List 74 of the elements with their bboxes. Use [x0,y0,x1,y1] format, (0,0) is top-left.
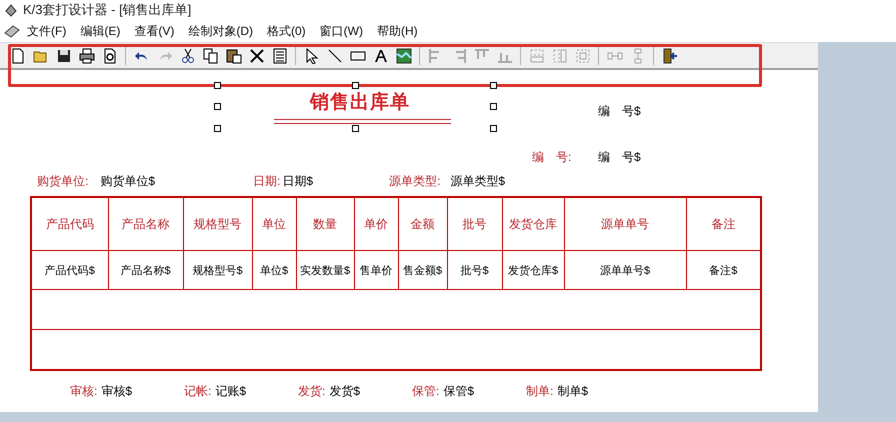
field-label: 发货: [298,383,326,400]
field-label: 保管: [412,383,440,400]
column-header: 规格型号 [183,197,252,250]
window-title: K/3套打设计器 - [销售出库单] [23,1,192,19]
table-cell: 产品代码$ [31,250,108,290]
field-value: 记账$ [215,383,246,400]
field-value: 保管$ [443,383,474,400]
selection-handle[interactable] [490,103,497,110]
field-label: 源单类型: [389,172,440,190]
table-cell: 源单单号$ [564,250,686,290]
field-value: 编 号$ [598,148,641,166]
field-value: 制单$ [557,383,588,400]
field-value: 购货单位$ [100,172,156,190]
table-cell: 批号$ [447,250,502,290]
selection-handle[interactable] [214,125,221,132]
report-title: 销售出库单 [310,90,410,115]
same-size-icon [574,48,590,64]
line-tool-icon [326,48,342,64]
menu-item[interactable]: 文件(F) [20,22,74,40]
field-value: 审核$ [101,383,132,400]
selection-handle[interactable] [214,82,221,89]
print-preview-icon [102,48,118,64]
column-header: 单位 [252,197,296,250]
field-label: 购货单位: [37,172,88,190]
field-label: 日期: [253,172,280,190]
image-tool-icon [396,48,412,64]
menu-item[interactable]: 帮助(H) [370,22,425,40]
menu-item[interactable]: 格式(0) [260,22,313,40]
field-label: 审核: [70,383,98,400]
menu-item[interactable]: 查看(V) [127,22,182,40]
table-cell: 发货仓库$ [502,250,564,290]
app-icon [4,3,18,17]
pointer-icon [304,48,320,64]
scissors-icon [180,48,196,64]
field-value: 编 号$ [598,103,641,117]
selection-handle[interactable] [352,82,359,89]
field-value: 日期$ [282,172,314,190]
column-header: 发货仓库 [502,197,564,250]
document-menu-icon [4,24,20,38]
field-value: 发货$ [329,383,360,400]
field-label: 记帐: [184,383,212,400]
table-cell: 实发数量$ [296,250,354,290]
column-header: 批号 [447,197,502,250]
table-cell: 产品名称$ [108,250,183,290]
column-header: 金额 [398,197,447,250]
exit-door-icon [662,48,678,64]
column-header: 数量 [296,197,354,250]
menu-item[interactable]: 编辑(E) [73,22,128,40]
column-header: 单价 [354,197,398,250]
field-label: 制单: [526,383,554,400]
column-header: 源单单号 [564,197,686,250]
new-file-icon [10,48,26,64]
table-cell: 规格型号$ [183,250,252,290]
column-header: 产品名称 [108,197,183,250]
table-cell: 售单价 [354,250,398,290]
properties-icon [272,48,288,64]
field-label: 编 号: [532,148,572,166]
table-cell: 售金额$ [398,250,447,290]
clipboard-icon [226,48,242,64]
same-height-icon [552,48,568,64]
selection-handle[interactable] [352,125,359,132]
selection-handle[interactable] [490,82,497,89]
column-header: 产品代码 [31,197,108,250]
printer-icon [78,48,94,64]
selection-handle[interactable] [490,125,497,132]
menu-item[interactable]: 窗口(W) [312,22,370,40]
table-cell: 单位$ [252,250,296,290]
menu-item[interactable]: 绘制对象(D) [181,22,260,40]
field-value: 源单类型$ [450,172,506,190]
same-width-icon [528,48,544,64]
selection-handle[interactable] [214,103,221,110]
copy-icon [202,48,218,64]
delete-x-icon [248,48,264,64]
text-tool-icon [372,48,388,64]
